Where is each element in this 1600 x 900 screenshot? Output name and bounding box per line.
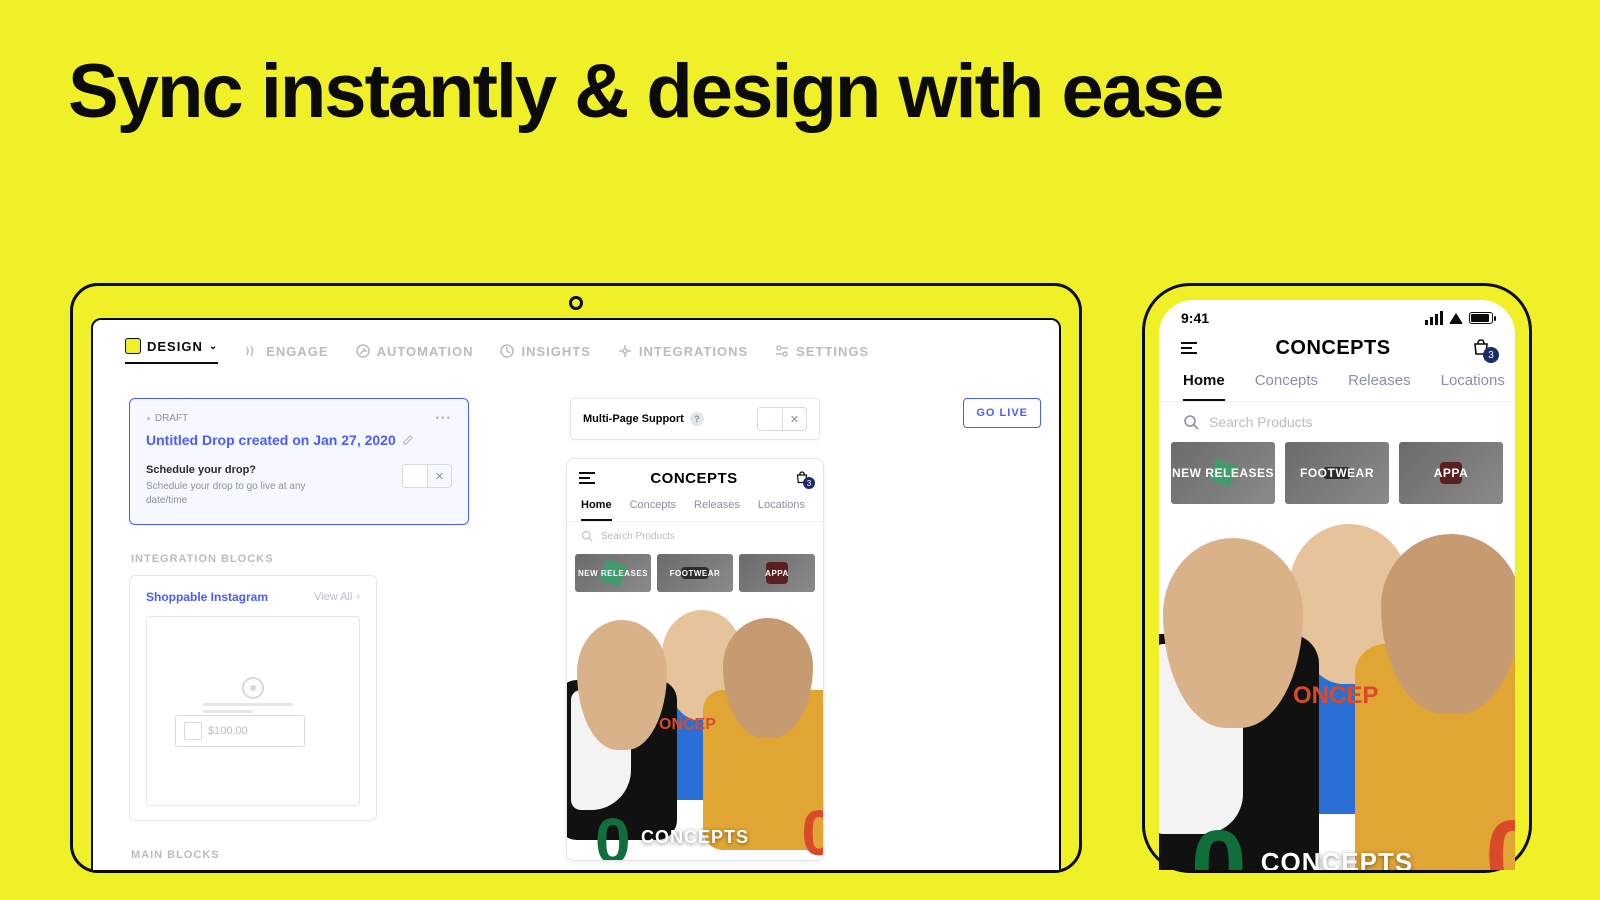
map-pin-icon bbox=[242, 677, 264, 699]
preview-tab-concepts[interactable]: Concepts bbox=[630, 499, 676, 521]
nav-automation[interactable]: AUTOMATION bbox=[355, 343, 474, 359]
schedule-dismiss[interactable]: ✕ bbox=[428, 464, 452, 488]
shoppable-instagram-card[interactable]: Shoppable Instagram View All › $100.00 bbox=[129, 575, 377, 821]
cart-icon[interactable]: 3 bbox=[793, 469, 811, 487]
phone-tab-home[interactable]: Home bbox=[1183, 372, 1225, 401]
nav-insights[interactable]: INSIGHTS bbox=[499, 343, 590, 359]
preview-hero-image: ONCEP 0 0 CONCEPTS bbox=[567, 600, 823, 860]
chevron-right-icon: › bbox=[356, 591, 360, 603]
schedule-toggle[interactable] bbox=[402, 464, 428, 488]
preview-category-chips: NEW RELEASES FOOTWEAR APPA bbox=[567, 550, 823, 600]
design-icon bbox=[125, 338, 141, 354]
nav-design[interactable]: DESIGN ⌄ bbox=[125, 338, 218, 364]
preview-logo: CONCEPTS bbox=[650, 470, 737, 487]
search-icon bbox=[1183, 414, 1199, 430]
preview-search[interactable]: Search Products bbox=[567, 522, 823, 550]
go-live-button[interactable]: GO LIVE bbox=[963, 398, 1041, 428]
phone-tab-concepts[interactable]: Concepts bbox=[1255, 372, 1318, 401]
engage-icon bbox=[244, 343, 260, 359]
chip-new-releases[interactable]: NEW RELEASES bbox=[575, 554, 651, 592]
ig-price-tag: $100.00 bbox=[175, 715, 305, 747]
phone-logo: CONCEPTS bbox=[1275, 337, 1390, 360]
preview-hero-text: CONCEPTS bbox=[641, 827, 749, 848]
mps-toggle[interactable] bbox=[757, 407, 783, 431]
phone-device-frame: 9:41 CONCEPTS 3 Home Concepts Releases L… bbox=[1142, 283, 1532, 873]
automation-icon bbox=[355, 343, 371, 359]
menu-icon[interactable] bbox=[579, 472, 595, 484]
status-bar: 9:41 bbox=[1159, 300, 1515, 330]
insights-icon bbox=[499, 343, 515, 359]
draft-card[interactable]: DRAFT ••• Untitled Drop created on Jan 2… bbox=[129, 398, 469, 525]
top-nav: DESIGN ⌄ ENGAGE AUTOMATION INSIGHTS bbox=[93, 320, 1059, 374]
phone-search[interactable]: Search Products bbox=[1159, 402, 1515, 442]
phone-category-chips: NEW RELEASES FOOTWEAR APPA bbox=[1159, 442, 1515, 514]
tablet-camera bbox=[569, 296, 583, 310]
nav-engage[interactable]: ENGAGE bbox=[244, 343, 328, 359]
schedule-question: Schedule your drop? bbox=[146, 464, 326, 476]
phone-chip-apparel[interactable]: APPA bbox=[1399, 442, 1503, 504]
tablet-device-frame: DESIGN ⌄ ENGAGE AUTOMATION INSIGHTS bbox=[70, 283, 1082, 873]
mps-label: Multi-Page Support bbox=[583, 413, 684, 425]
signal-icon bbox=[1425, 311, 1443, 325]
preview-tab-releases[interactable]: Releases bbox=[694, 499, 740, 521]
phone-tabs: Home Concepts Releases Locations bbox=[1159, 366, 1515, 402]
mps-dismiss[interactable]: ✕ bbox=[783, 407, 807, 431]
phone-screen: 9:41 CONCEPTS 3 Home Concepts Releases L… bbox=[1159, 300, 1515, 870]
chip-apparel[interactable]: APPA bbox=[739, 554, 815, 592]
more-icon[interactable]: ••• bbox=[435, 413, 452, 424]
integrations-icon bbox=[617, 343, 633, 359]
nav-integrations[interactable]: INTEGRATIONS bbox=[617, 343, 748, 359]
phone-cart-badge: 3 bbox=[1483, 347, 1499, 363]
nav-integrations-label: INTEGRATIONS bbox=[639, 344, 748, 359]
help-icon[interactable]: ? bbox=[690, 412, 704, 426]
integration-blocks-label: INTEGRATION BLOCKS bbox=[131, 553, 469, 565]
main-blocks-label: MAIN BLOCKS bbox=[131, 849, 469, 861]
preview-tab-home[interactable]: Home bbox=[581, 499, 612, 521]
wifi-icon bbox=[1449, 313, 1463, 324]
phone-menu-icon[interactable] bbox=[1181, 342, 1197, 354]
ig-viewall-link[interactable]: View All › bbox=[314, 591, 360, 603]
search-icon bbox=[581, 530, 593, 542]
phone-chip-footwear[interactable]: FOOTWEAR bbox=[1285, 442, 1389, 504]
draft-title: Untitled Drop created on Jan 27, 2020 bbox=[146, 432, 396, 448]
ig-card-title: Shoppable Instagram bbox=[146, 590, 268, 604]
ig-placeholder-tile: $100.00 bbox=[146, 616, 360, 806]
preview-tab-locations[interactable]: Locations bbox=[758, 499, 805, 521]
phone-tab-releases[interactable]: Releases bbox=[1348, 372, 1411, 401]
nav-insights-label: INSIGHTS bbox=[521, 344, 590, 359]
cart-badge: 3 bbox=[803, 477, 815, 489]
tablet-screen: DESIGN ⌄ ENGAGE AUTOMATION INSIGHTS bbox=[91, 318, 1061, 870]
headline: Sync instantly & design with ease bbox=[68, 56, 1223, 128]
preview-tabs: Home Concepts Releases Locations bbox=[567, 491, 823, 522]
status-time: 9:41 bbox=[1181, 310, 1209, 326]
phone-tab-locations[interactable]: Locations bbox=[1441, 372, 1505, 401]
nav-settings-label: SETTINGS bbox=[796, 344, 869, 359]
phone-hero-image: ONCEP 0 0 CONCEPTS bbox=[1159, 514, 1515, 870]
battery-icon bbox=[1469, 312, 1493, 324]
app-preview: CONCEPTS 3 Home Concepts Releases Locati… bbox=[566, 458, 824, 861]
phone-chip-new-releases[interactable]: NEW RELEASES bbox=[1171, 442, 1275, 504]
chip-footwear[interactable]: FOOTWEAR bbox=[657, 554, 733, 592]
nav-settings[interactable]: SETTINGS bbox=[774, 343, 869, 359]
nav-engage-label: ENGAGE bbox=[266, 344, 328, 359]
settings-icon bbox=[774, 343, 790, 359]
nav-design-label: DESIGN bbox=[147, 339, 203, 354]
draft-badge: DRAFT bbox=[146, 413, 188, 424]
nav-automation-label: AUTOMATION bbox=[377, 344, 474, 359]
edit-icon[interactable] bbox=[402, 434, 414, 446]
multipage-support-bar: Multi-Page Support ? ✕ bbox=[570, 398, 820, 440]
phone-hero-text: CONCEPTS bbox=[1261, 847, 1413, 870]
chevron-down-icon: ⌄ bbox=[209, 341, 218, 352]
schedule-subtext: Schedule your drop to go live at any dat… bbox=[146, 480, 326, 508]
phone-cart-icon[interactable]: 3 bbox=[1469, 336, 1493, 360]
